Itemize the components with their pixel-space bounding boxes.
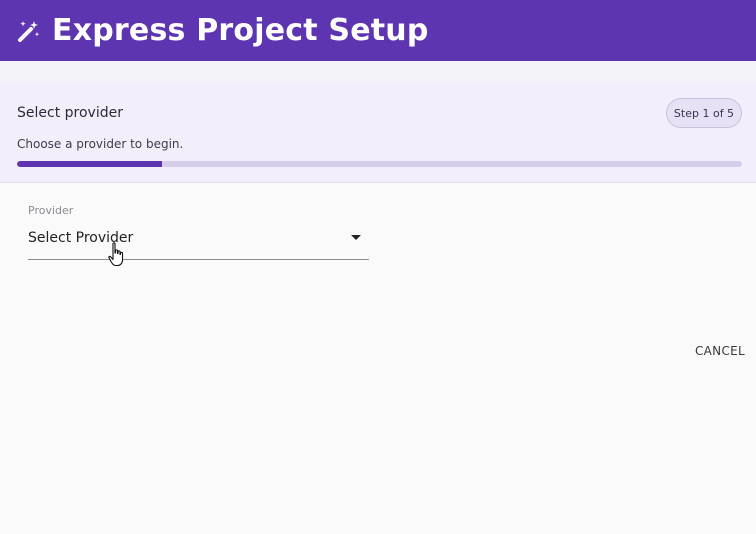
dropdown-arrow-icon[interactable] [351,235,361,240]
provider-label: Provider [28,204,74,217]
stepper-panel: Select provider Choose a provider to beg… [0,83,756,183]
step-description: Choose a provider to begin. [17,137,184,151]
step-progress-bar [17,161,742,167]
header-bar: Express Project Setup [0,0,756,61]
provider-select[interactable]: Provider Select Provider [28,204,369,261]
step-progress-fill [17,161,162,167]
page-title: Express Project Setup [52,13,429,48]
step-title: Select provider [17,105,123,121]
magic-wand-icon [18,20,40,42]
step-counter-chip: Step 1 of 5 [666,98,742,128]
provider-underline [28,259,369,260]
app-window: Express Project Setup Select provider Ch… [0,0,756,534]
header-subbar [0,61,756,83]
cancel-button[interactable]: CANCEL [690,339,750,363]
hand-pointer-cursor-icon [108,242,124,267]
